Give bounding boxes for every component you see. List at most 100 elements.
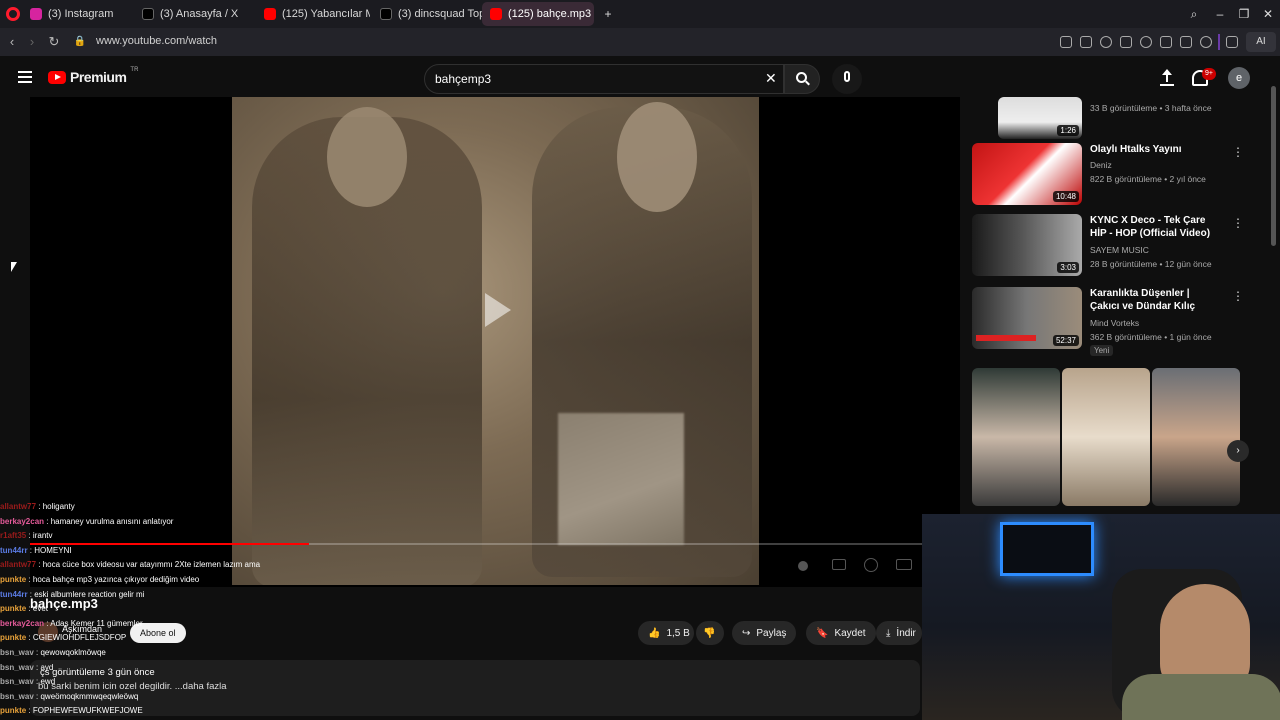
autoplay-icon[interactable] — [798, 561, 808, 571]
profile-icon[interactable] — [1200, 36, 1212, 48]
recommended-video[interactable]: 3:03 KYNC X Deco - Tek Çare HİP - HOP (O… — [972, 214, 1252, 282]
dislike-button[interactable]: 👎 — [696, 621, 724, 645]
duration-badge: 52:37 — [1052, 335, 1079, 346]
like-count: 1,5 B — [666, 627, 690, 639]
badge-count: 9+ — [1205, 70, 1213, 77]
theater-icon[interactable] — [896, 559, 912, 570]
share-button[interactable]: ↪ Paylaş — [732, 621, 797, 645]
recommended-video[interactable]: 10:48 Olaylı Htalks Yayını Deniz 822 B g… — [972, 143, 1252, 209]
chat-message: tun44rr : HOMEYNI — [0, 545, 72, 555]
chat-username: bsn_wav — [0, 677, 34, 687]
ai-button[interactable]: AI — [1246, 32, 1276, 52]
back-icon[interactable]: ‹ — [2, 32, 22, 52]
instagram-icon — [30, 8, 42, 20]
video-thumbnail[interactable]: 3:03 — [972, 214, 1082, 276]
recommended-video[interactable]: 52:37 Karanlıkta Düşenler | Çakıcı ve Dü… — [972, 287, 1252, 359]
chat-username: punkte — [0, 706, 27, 716]
video-thumbnail[interactable]: 52:37 — [972, 287, 1082, 349]
mic-icon — [844, 71, 850, 82]
shield-icon[interactable] — [1100, 36, 1112, 48]
video-frame[interactable] — [232, 97, 759, 585]
chat-username: bsn_wav — [0, 662, 34, 672]
url-field[interactable]: www.youtube.com/watch — [96, 35, 217, 47]
new-badge: Yeni — [1090, 345, 1114, 356]
chat-message: punkte : FOPHEWFEWUFKWEFJOWE — [0, 706, 143, 716]
channel-name[interactable]: SAYEM MUSIC — [1090, 245, 1149, 255]
hamburger-menu-icon[interactable] — [18, 71, 32, 83]
share-icon: ↪ — [742, 627, 751, 639]
chat-message: allantw77 : holiganty — [0, 502, 75, 511]
reload-icon[interactable]: ↻ — [44, 32, 64, 52]
tab-x-community[interactable]: (3) dincsquad Topluluk / X — [372, 2, 482, 26]
recommended-video[interactable]: 1:26 33 B görüntüleme • 3 hafta önce — [972, 97, 1252, 139]
forward-icon[interactable]: › — [22, 32, 42, 52]
address-bar: ‹ › ↻ 🔒 www.youtube.com/watch AI — [0, 28, 1280, 56]
tab-instagram[interactable]: (3) Instagram — [22, 2, 132, 26]
chat-text: CGIEWIOHDFLEJSDFOP — [32, 633, 127, 643]
video-thumbnail[interactable]: 10:48 — [972, 143, 1082, 205]
logo-region: TR — [130, 67, 139, 73]
more-options-icon[interactable]: ⋮ — [1232, 216, 1244, 230]
video-thumbnail[interactable]: 1:26 — [998, 97, 1082, 139]
chat-text: Adaş Kemer 11 gümemler — [50, 618, 143, 628]
play-icon[interactable] — [1120, 36, 1132, 48]
chevron-right-icon[interactable]: › — [1227, 440, 1249, 462]
search-button[interactable] — [784, 64, 820, 94]
chat-overlay: allantw77 : holiganty berkay2can : hamane… — [0, 500, 310, 720]
scrollbar[interactable] — [1271, 86, 1276, 246]
new-tab-icon[interactable]: + — [598, 4, 618, 24]
webcam-body — [1122, 674, 1280, 720]
bookmark-icon: 🔖 — [816, 627, 829, 639]
maximize-icon[interactable]: ❐ — [1234, 4, 1254, 24]
short-video[interactable] — [1062, 368, 1150, 506]
short-video[interactable] — [972, 368, 1060, 506]
blurred-region — [558, 413, 684, 545]
channel-name[interactable]: Mind Vorteks — [1090, 318, 1139, 328]
subtitles-icon[interactable] — [832, 559, 846, 570]
tab-youtube-bahce[interactable]: (125) bahçe.mp3 - Yo — [482, 2, 594, 26]
close-window-icon[interactable]: ✕ — [1258, 4, 1278, 24]
chat-text: HOMEYNI — [34, 545, 72, 555]
download-button[interactable]: ⤓ İndir — [876, 621, 922, 645]
like-button[interactable]: 👍 1,5 B — [638, 621, 694, 645]
x-icon — [380, 8, 392, 20]
extensions-icon[interactable] — [1226, 36, 1238, 48]
more-options-icon[interactable]: ⋮ — [1232, 145, 1244, 159]
chat-message: berkay2can : hamaney vurulma anısını anl… — [0, 516, 174, 526]
edit-icon[interactable] — [1060, 36, 1072, 48]
lock-icon: 🔒 — [73, 36, 87, 47]
menu-icon[interactable] — [1180, 36, 1192, 48]
chat-username: tun44rr — [0, 545, 28, 555]
search-input[interactable]: bahçemp3 ✕ — [424, 64, 784, 94]
chat-username: tun44rr — [0, 589, 28, 599]
settings-icon[interactable] — [864, 558, 878, 572]
clear-search-icon[interactable]: ✕ — [765, 70, 777, 87]
avatar[interactable]: e — [1228, 67, 1250, 89]
chat-username: punkte — [0, 574, 27, 584]
more-options-icon[interactable]: ⋮ — [1232, 289, 1244, 303]
video-title: KYNC X Deco - Tek Çare HİP - HOP (Offici… — [1090, 215, 1211, 239]
camera-icon[interactable] — [1080, 36, 1092, 48]
tab-x-home[interactable]: (3) Anasayfa / X — [134, 2, 252, 26]
short-video[interactable] — [1152, 368, 1240, 506]
chat-username: punkte — [0, 633, 27, 643]
tab-youtube-motive[interactable]: (125) Yabancılar MOTİVE — [256, 2, 370, 26]
ai-label: AI — [1256, 36, 1266, 47]
tab-label: (3) Anasayfa / X — [160, 8, 239, 20]
download-icon[interactable] — [1160, 36, 1172, 48]
play-icon[interactable] — [485, 293, 511, 327]
browser-tab-bar: (3) Instagram (3) Anasayfa / X (125) Yab… — [0, 0, 1280, 28]
notifications-badge: 9+ — [1202, 68, 1216, 80]
tab-label: (3) dincsquad Topluluk / X — [398, 8, 482, 20]
youtube-logo[interactable]: Premium TR — [48, 67, 139, 85]
webcam-monitor — [1000, 522, 1094, 576]
voice-search-button[interactable] — [832, 64, 862, 94]
chat-message: bsn_wav : qweömoqkmmwqeqwleöwq — [0, 691, 139, 701]
search-tabs-icon[interactable]: ⌕ — [1184, 4, 1204, 24]
upload-icon[interactable] — [1160, 68, 1174, 86]
save-button[interactable]: 🔖 Kaydet — [806, 621, 876, 645]
minimize-icon[interactable]: – — [1210, 4, 1230, 24]
heart-icon[interactable] — [1140, 36, 1152, 48]
opera-logo-icon[interactable] — [6, 7, 20, 21]
channel-name[interactable]: Deniz — [1090, 160, 1112, 170]
